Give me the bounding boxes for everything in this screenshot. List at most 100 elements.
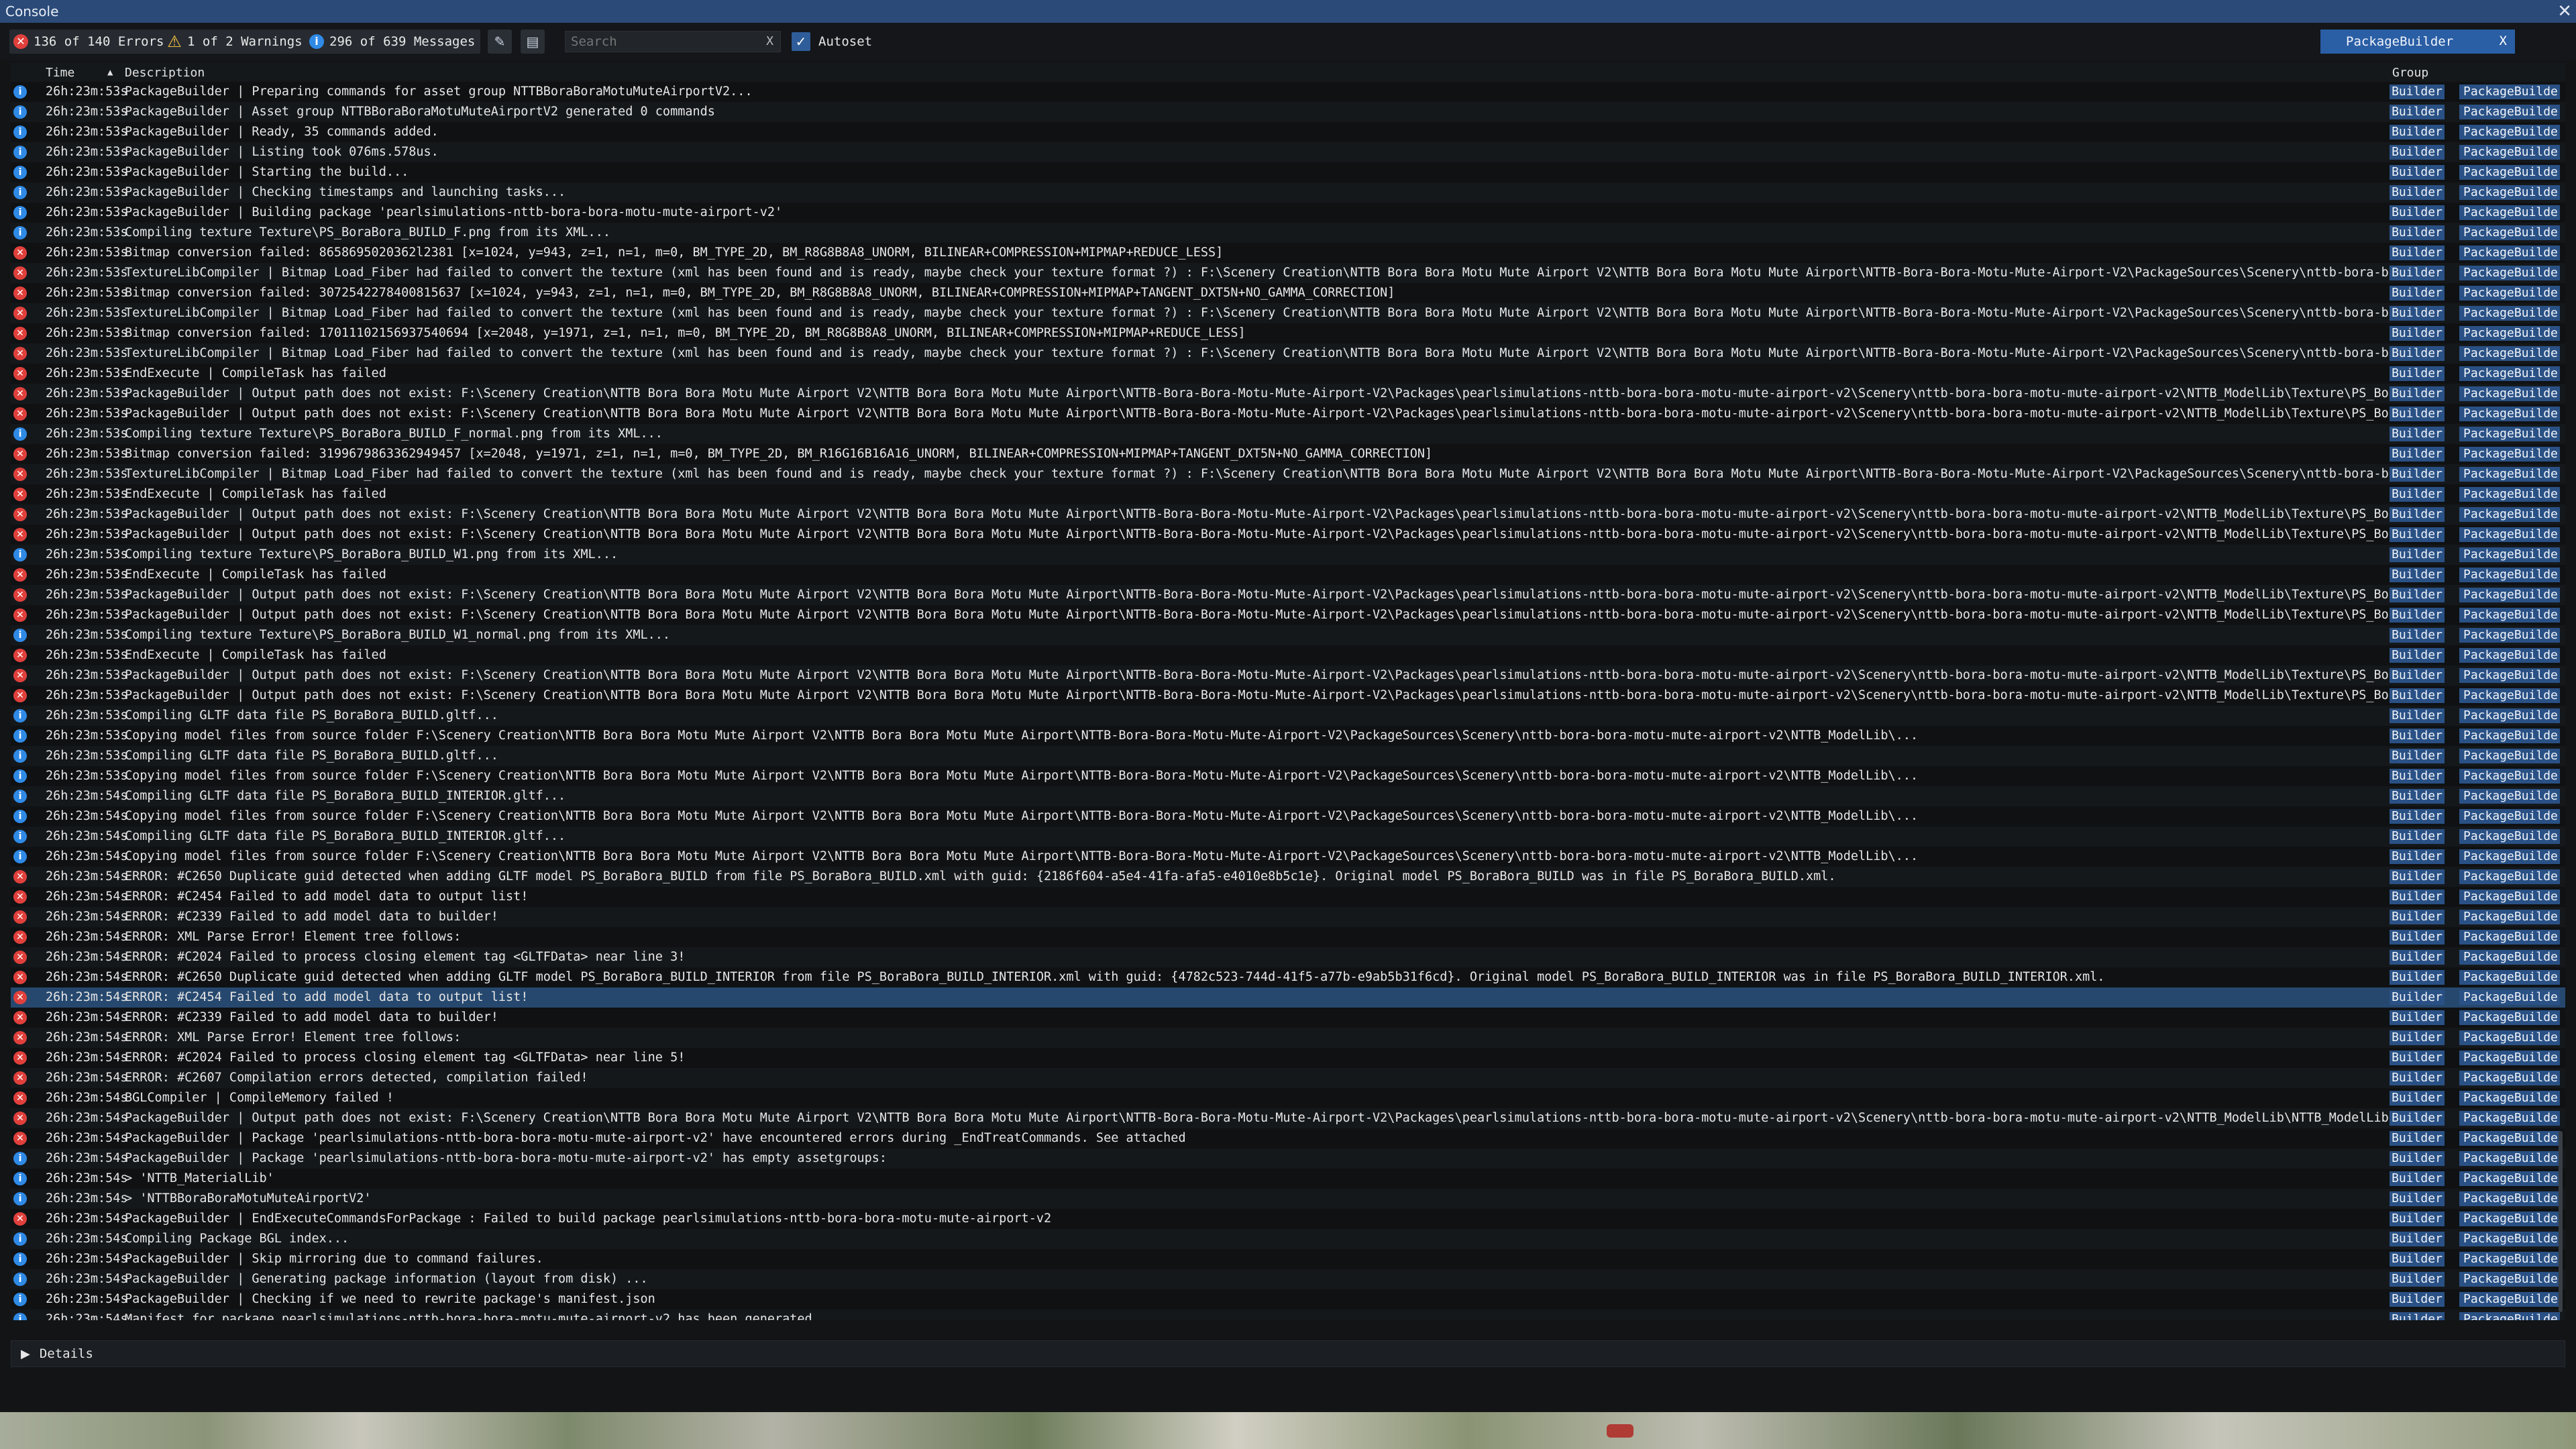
column-header-time[interactable]: Time — [46, 66, 74, 80]
table-row[interactable]: i 26h:23m:54s Manifest for package pearlsi… — [11, 1309, 2565, 1320]
messages-filter-button[interactable]: i 296 of 639 Messages — [305, 30, 481, 54]
table-row[interactable]: ✕ 26h:23m:53s EndExecute | CompileTask has… — [11, 484, 2565, 504]
scenery-object — [1607, 1424, 1633, 1438]
row-group: Builder — [2390, 1292, 2445, 1307]
table-row[interactable]: ✕ 26h:23m:53s PackageBuilder | Output path… — [11, 585, 2565, 605]
table-row[interactable]: ✕ 26h:23m:53s TextureLibCompiler | Bitmap … — [11, 303, 2565, 323]
table-row[interactable]: i 26h:23m:53s Compiling texture Texture\PS… — [11, 424, 2565, 444]
error-icon: ✕ — [13, 447, 27, 461]
table-row[interactable]: ✕ 26h:23m:53s PackageBuilder | Output path… — [11, 686, 2565, 706]
row-source: PackageBuilder — [2459, 890, 2560, 904]
table-row[interactable]: ✕ 26h:23m:54s ERROR: #C2024 Failed to proc… — [11, 947, 2565, 967]
table-row[interactable]: i 26h:23m:54s PackageBuilder | Generating … — [11, 1269, 2565, 1289]
table-row[interactable]: ✕ 26h:23m:53s PackageBuilder | Output path… — [11, 404, 2565, 424]
search-input[interactable] — [566, 32, 760, 52]
row-time: 26h:23m:53s — [46, 749, 128, 763]
vertical-scrollbar[interactable] — [2559, 1131, 2563, 1312]
table-row[interactable]: i 26h:23m:53s Compiling GLTF data file PS_… — [11, 746, 2565, 766]
table-row[interactable]: ✕ 26h:23m:54s ERROR: #C2339 Failed to add … — [11, 907, 2565, 927]
table-row[interactable]: i 26h:23m:54s > 'NTTB_MaterialLib' Builder… — [11, 1169, 2565, 1189]
errors-filter-button[interactable]: ✕ 136 of 140 Errors — [9, 30, 170, 54]
table-row[interactable]: ✕ 26h:23m:54s PackageBuilder | EndExecuteC… — [11, 1209, 2565, 1229]
pencil-icon[interactable]: ✎ — [488, 30, 512, 54]
table-row[interactable]: i 26h:23m:53s PackageBuilder | Building pa… — [11, 203, 2565, 223]
autosave-toggle[interactable]: ✓ Autoset — [792, 31, 872, 52]
table-row[interactable]: ✕ 26h:23m:53s Bitmap conversion failed: 30… — [11, 283, 2565, 303]
sort-ascending-icon[interactable]: ▲ — [107, 67, 113, 78]
table-row[interactable]: i 26h:23m:54s > 'NTTBBoraBoraMotuMuteAirp… — [11, 1189, 2565, 1209]
clipboard-icon[interactable]: ▤ — [521, 30, 545, 54]
row-group: Builder — [2390, 487, 2445, 502]
table-row[interactable]: ✕ 26h:23m:53s EndExecute | CompileTask has… — [11, 364, 2565, 384]
table-row[interactable]: i 26h:23m:53s PackageBuilder | Asset group… — [11, 102, 2565, 122]
table-row[interactable]: i 26h:23m:53s PackageBuilder | Checking ti… — [11, 182, 2565, 203]
table-row[interactable]: ✕ 26h:23m:54s ERROR: #C2454 Failed to add … — [11, 987, 2565, 1008]
table-row[interactable]: ✕ 26h:23m:54s ERROR: #C2454 Failed to add … — [11, 887, 2565, 907]
table-row[interactable]: ✕ 26h:23m:53s Bitmap conversion failed: 86… — [11, 243, 2565, 263]
table-row[interactable]: i 26h:23m:54s Compiling GLTF data file PS_… — [11, 826, 2565, 847]
expand-arrow-icon[interactable]: ▶ — [21, 1347, 30, 1361]
table-row[interactable]: i 26h:23m:53s Compiling GLTF data file PS_… — [11, 706, 2565, 726]
table-row[interactable]: i 26h:23m:54s PackageBuilder | Checking if… — [11, 1289, 2565, 1309]
row-description: EndExecute | CompileTask has failed — [125, 487, 386, 501]
table-row[interactable]: ✕ 26h:23m:53s TextureLibCompiler | Bitmap … — [11, 343, 2565, 364]
table-row[interactable]: i 26h:23m:54s Copying model files from sou… — [11, 806, 2565, 826]
table-row[interactable]: i 26h:23m:53s PackageBuilder | Ready, 35 c… — [11, 122, 2565, 142]
table-row[interactable]: ✕ 26h:23m:53s TextureLibCompiler | Bitmap … — [11, 464, 2565, 484]
table-row[interactable]: ✕ 26h:23m:54s PackageBuilder | Package 'pe… — [11, 1128, 2565, 1148]
row-group: Builder — [2390, 789, 2445, 804]
table-row[interactable]: i 26h:23m:53s PackageBuilder | Listing too… — [11, 142, 2565, 162]
table-row[interactable]: ✕ 26h:23m:53s TextureLibCompiler | Bitmap … — [11, 263, 2565, 283]
column-header-description[interactable]: Description — [125, 66, 205, 80]
row-group: Builder — [2390, 648, 2445, 663]
table-row[interactable]: ✕ 26h:23m:53s PackageBuilder | Output path… — [11, 665, 2565, 686]
table-row[interactable]: ✕ 26h:23m:53s EndExecute | CompileTask has… — [11, 645, 2565, 665]
table-row[interactable]: ✕ 26h:23m:54s ERROR: #C2650 Duplicate guid… — [11, 867, 2565, 887]
table-row[interactable]: i 26h:23m:54s Compiling GLTF data file PS_… — [11, 786, 2565, 806]
table-row[interactable]: ✕ 26h:23m:54s PackageBuilder | Output path… — [11, 1108, 2565, 1128]
row-description: ERROR: #C2650 Duplicate guid detected wh… — [125, 970, 2105, 984]
table-row[interactable]: ✕ 26h:23m:54s ERROR: #C2607 Compilation er… — [11, 1068, 2565, 1088]
error-icon: ✕ — [13, 1212, 27, 1226]
details-panel-header[interactable]: ▶ Details — [11, 1340, 2565, 1367]
table-row[interactable]: ✕ 26h:23m:54s ERROR: #C2339 Failed to add … — [11, 1008, 2565, 1028]
table-row[interactable]: i 26h:23m:53s Compiling texture Texture\PS… — [11, 223, 2565, 243]
error-icon: ✕ — [13, 327, 27, 340]
table-row[interactable]: ✕ 26h:23m:53s Bitmap conversion failed: 31… — [11, 444, 2565, 464]
column-header-group[interactable]: Group — [2392, 66, 2428, 80]
table-row[interactable]: ✕ 26h:23m:53s PackageBuilder | Output path… — [11, 504, 2565, 525]
table-row[interactable]: i 26h:23m:53s PackageBuilder | Preparing c… — [11, 82, 2565, 102]
table-row[interactable]: i 26h:23m:53s PackageBuilder | Starting th… — [11, 162, 2565, 182]
search-field[interactable]: X — [565, 31, 781, 52]
table-row[interactable]: i 26h:23m:53s Compiling texture Texture\PS… — [11, 625, 2565, 645]
table-row[interactable]: i 26h:23m:53s Copying model files from sou… — [11, 726, 2565, 746]
row-group: Builder — [2390, 547, 2445, 562]
row-source: PackageBuilder — [2459, 809, 2560, 824]
group-filter-clear-button[interactable]: X — [2500, 34, 2507, 48]
table-row[interactable]: i 26h:23m:54s PackageBuilder | Skip mirror… — [11, 1249, 2565, 1269]
table-row[interactable]: ✕ 26h:23m:53s Bitmap conversion failed: 17… — [11, 323, 2565, 343]
group-filter-chip[interactable]: PackageBuilder X — [2320, 30, 2515, 54]
table-row[interactable]: ✕ 26h:23m:53s PackageBuilder | Output path… — [11, 525, 2565, 545]
row-source: PackageBuilder — [2459, 1131, 2560, 1146]
table-row[interactable]: ✕ 26h:23m:53s PackageBuilder | Output path… — [11, 384, 2565, 404]
table-row[interactable]: ✕ 26h:23m:54s BGLCompiler | CompileMemory … — [11, 1088, 2565, 1108]
close-icon[interactable]: ✕ — [2557, 1, 2572, 21]
checkmark-icon[interactable]: ✓ — [792, 32, 810, 51]
table-row[interactable]: i 26h:23m:54s PackageBuilder | Package 'pe… — [11, 1148, 2565, 1169]
table-row[interactable]: i 26h:23m:53s Compiling texture Texture\PS… — [11, 545, 2565, 565]
table-row[interactable]: ✕ 26h:23m:53s PackageBuilder | Output path… — [11, 605, 2565, 625]
table-row[interactable]: i 26h:23m:54s Compiling Package BGL index.… — [11, 1229, 2565, 1249]
errors-filter-label: 136 of 140 Errors — [34, 34, 164, 49]
table-row[interactable]: ✕ 26h:23m:53s EndExecute | CompileTask has… — [11, 565, 2565, 585]
table-row[interactable]: ✕ 26h:23m:54s ERROR: XML Parse Error! Elem… — [11, 927, 2565, 947]
table-row[interactable]: ✕ 26h:23m:54s ERROR: #C2650 Duplicate guid… — [11, 967, 2565, 987]
row-group: Builder — [2390, 286, 2445, 301]
table-row[interactable]: ✕ 26h:23m:54s ERROR: XML Parse Error! Elem… — [11, 1028, 2565, 1048]
table-row[interactable]: ✕ 26h:23m:54s ERROR: #C2024 Failed to proc… — [11, 1048, 2565, 1068]
search-clear-button[interactable]: X — [766, 34, 773, 48]
row-group: Builder — [2390, 890, 2445, 904]
table-row[interactable]: i 26h:23m:53s Copying model files from sou… — [11, 766, 2565, 786]
table-row[interactable]: i 26h:23m:54s Copying model files from sou… — [11, 847, 2565, 867]
warnings-filter-button[interactable]: ⚠ 1 of 2 Warnings — [163, 30, 308, 54]
